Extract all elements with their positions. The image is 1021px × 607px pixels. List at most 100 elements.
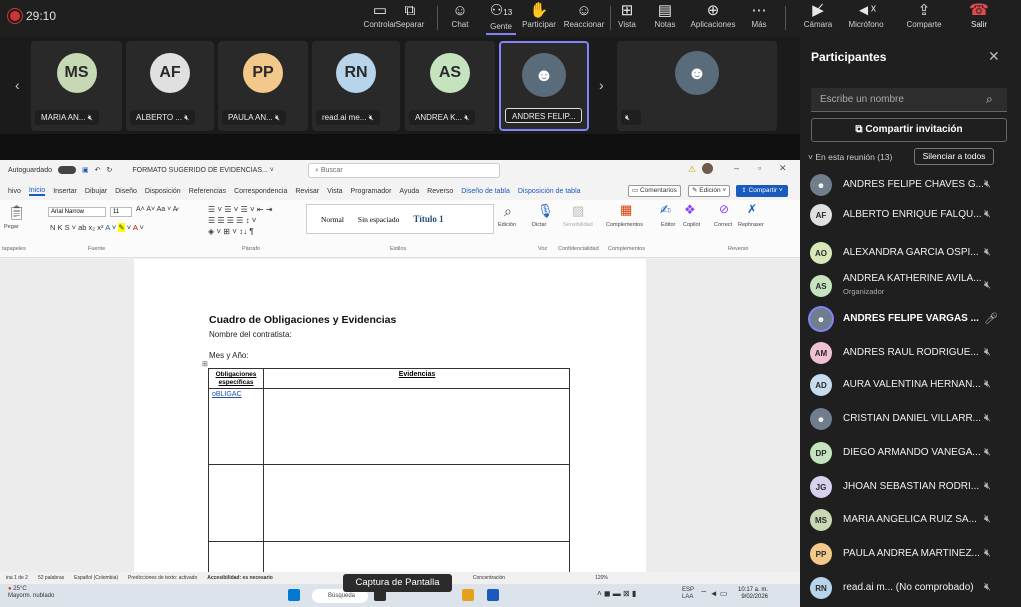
- dictate-icon[interactable]: 🎙︎: [537, 203, 554, 219]
- menu-disposicion-tabla[interactable]: Disposición de tabla: [518, 188, 581, 195]
- language-status[interactable]: Español (Colombia): [74, 575, 118, 581]
- menu-revisar[interactable]: Revisar: [295, 188, 319, 195]
- text-effects-icon[interactable]: A: [105, 223, 110, 232]
- table-move-handle-icon[interactable]: ⊞: [202, 360, 208, 368]
- paste-icon[interactable]: 📋︎: [8, 204, 26, 221]
- mic-on-icon[interactable]: 🎤︎: [984, 312, 998, 325]
- style-heading-1[interactable]: Título 1: [413, 214, 443, 224]
- participant-row[interactable]: AD AURA VALENTINA HERNAN... 🔇︎: [808, 368, 1018, 401]
- menu-ayuda[interactable]: Ayuda: [399, 188, 419, 195]
- save-icon[interactable]: ▣: [82, 166, 89, 174]
- mic-off-icon[interactable]: 🔇︎: [984, 446, 991, 459]
- system-tray-icons[interactable]: ˄ ◼ ▬ ⊠ ▮: [597, 589, 636, 598]
- mic-off-icon[interactable]: 🔇︎: [984, 547, 991, 560]
- paragraph-icons[interactable]: ☰ ˅ ☰ ˅ ☰ ˅ ⇤ ⇥ ☰ ☰ ☰ ☰ ↕ ˅ ◈ ˅ ⊞ ˅ ↕↓ ¶: [208, 204, 273, 237]
- participant-row[interactable]: AS ANDREA KATHERINE AVILA... Organizador 🔇︎: [808, 269, 1018, 302]
- zoom-level[interactable]: 120%: [595, 575, 608, 581]
- video-tile[interactable]: ☻ 🔇︎: [617, 41, 777, 131]
- menu-diseno[interactable]: Diseño: [115, 188, 137, 195]
- video-tile[interactable]: AF ALBERTO ... 🔇︎: [126, 41, 214, 131]
- addins-icon[interactable]: ▦: [620, 202, 632, 218]
- video-tile[interactable]: RN read.ai me... 🔇︎: [312, 41, 400, 131]
- search-icon[interactable]: ⌕: [986, 92, 993, 107]
- notes-button[interactable]: ▤ Notas: [652, 2, 678, 35]
- mic-off-icon[interactable]: 🔇︎: [984, 279, 991, 292]
- correct-icon[interactable]: ⊘: [719, 202, 729, 216]
- video-tile[interactable]: PP PAULA AN... 🔇︎: [218, 41, 308, 131]
- menu-diseno-tabla[interactable]: Diseño de tabla: [461, 188, 510, 195]
- evidence-table[interactable]: Obligaciones específicas Evidencias oBLI…: [208, 368, 570, 573]
- participant-row[interactable]: PP PAULA ANDREA MARTINEZ... 🔇︎: [808, 537, 1018, 570]
- video-tile[interactable]: AS ANDREA K... 🔇︎: [405, 41, 495, 131]
- document-heading[interactable]: Cuadro de Obligaciones y Evidencias: [209, 314, 396, 326]
- participant-search-input[interactable]: Escribe un nombre: [811, 88, 1007, 112]
- redo-icon[interactable]: ↻: [106, 166, 112, 174]
- font-name-select[interactable]: Arial Narrow: [48, 207, 106, 217]
- participant-row[interactable]: ☻ ANDRES FELIPE CHAVES G... 🔇︎: [808, 168, 1018, 201]
- leave-button[interactable]: ☎ Salir: [958, 2, 1000, 35]
- video-tile-active-speaker[interactable]: ☻ ANDRES FELIP...: [499, 41, 589, 131]
- mic-off-icon[interactable]: 🔇︎: [984, 346, 991, 359]
- participant-row[interactable]: MS MARIA ANGELICA RUIZ SA... 🔇︎: [808, 503, 1018, 536]
- page-count[interactable]: ina 1 de 2: [6, 575, 28, 581]
- network-volume-icons[interactable]: ⌔ ◄ ▭: [700, 589, 727, 599]
- more-button[interactable]: ⋯ Más: [747, 2, 771, 35]
- menu-programador[interactable]: Programador: [351, 188, 392, 195]
- mic-off-icon[interactable]: 🔇︎: [984, 246, 991, 259]
- font-color-icon[interactable]: A: [133, 223, 138, 232]
- highlight-icon[interactable]: ✎: [118, 223, 125, 232]
- sensitivity-icon[interactable]: ▨: [572, 203, 584, 219]
- participant-row[interactable]: AF ALBERTO ENRIQUE FALQU... 🔇︎: [808, 198, 1018, 231]
- participant-row[interactable]: DP DIEGO ARMANDO VANEGA... 🔇︎: [808, 436, 1018, 469]
- contractor-name-line[interactable]: Nombre del contratista:: [209, 330, 292, 339]
- close-icon[interactable]: ✕: [779, 163, 787, 174]
- menu-reverso[interactable]: Reverso: [427, 188, 453, 195]
- mic-off-icon[interactable]: 🔇︎: [984, 208, 991, 221]
- apps-button[interactable]: ⊕ Aplicaciones: [687, 2, 739, 35]
- strip-prev-icon[interactable]: ‹: [15, 77, 20, 93]
- start-icon[interactable]: [288, 589, 300, 601]
- chat-button[interactable]: ☺ Chat: [446, 2, 474, 35]
- menu-correspondencia[interactable]: Correspondencia: [234, 188, 287, 195]
- share-content-button[interactable]: ⇪ Comparte: [902, 2, 946, 35]
- raise-hand-button[interactable]: ✋ Participar: [521, 2, 557, 35]
- taskbar-clock[interactable]: 10:17 a. m. 9/02/2026: [738, 587, 768, 601]
- weather-widget[interactable]: ● 25°C Mayorm. nublado: [8, 586, 54, 600]
- mic-off-icon[interactable]: 🔇︎: [984, 178, 991, 191]
- in-meeting-section-header[interactable]: ˅ En esta reunión (13): [808, 152, 892, 162]
- mic-off-icon[interactable]: 🔇︎: [984, 581, 991, 594]
- rephraser-icon[interactable]: ✗: [747, 202, 757, 216]
- menu-referencias[interactable]: Referencias: [189, 188, 226, 195]
- font-grow-icon[interactable]: A˄ A˅ Aa ˅ A̷: [136, 206, 177, 213]
- mic-off-icon[interactable]: 🔇︎: [984, 480, 991, 493]
- close-icon[interactable]: ✕: [988, 48, 1000, 65]
- microphone-button[interactable]: ◄ˣ Micrófono: [844, 2, 888, 35]
- file-explorer-icon[interactable]: [462, 589, 474, 601]
- find-icon[interactable]: ⌕: [504, 203, 512, 220]
- menu-archivo[interactable]: hivo: [8, 188, 21, 195]
- menu-insertar[interactable]: Insertar: [53, 188, 77, 195]
- mute-all-button[interactable]: Silenciar a todos: [914, 148, 994, 165]
- autosave-toggle[interactable]: [57, 166, 76, 174]
- font-size-select[interactable]: 11: [110, 207, 132, 217]
- input-language[interactable]: ESP LAA: [682, 587, 696, 601]
- menu-disposicion[interactable]: Disposición: [145, 188, 181, 195]
- mic-off-icon[interactable]: 🔇︎: [984, 513, 991, 526]
- editing-mode-button[interactable]: ✎ Edición ˅: [688, 185, 731, 197]
- share-invite-button[interactable]: ⧉ Compartir invitación: [811, 118, 1007, 142]
- participant-row[interactable]: ☻ ANDRES FELIPE VARGAS ... 🎤︎: [808, 302, 1018, 335]
- accessibility-status[interactable]: Accesibilidad: es necesario: [207, 575, 273, 581]
- document-filename[interactable]: FORMATO SUGERIDO DE EVIDENCIAS... ˅: [132, 167, 274, 174]
- text-predictions-status[interactable]: Predicciones de texto: activado: [128, 575, 197, 581]
- view-button[interactable]: ⊞ Vista: [614, 2, 640, 35]
- minimize-icon[interactable]: –: [734, 163, 739, 173]
- mic-off-icon[interactable]: 🔇︎: [984, 412, 991, 425]
- menu-vista[interactable]: Vista: [327, 188, 342, 195]
- mic-off-icon[interactable]: 🔇︎: [984, 378, 991, 391]
- focus-mode[interactable]: Concentración: [473, 575, 505, 581]
- popout-button[interactable]: ⧉ Separar: [393, 2, 427, 35]
- participant-row[interactable]: AO ALEXANDRA GARCIA OSPI... 🔇︎: [808, 236, 1018, 269]
- comments-button[interactable]: ▭ Comentarios: [628, 185, 681, 197]
- copilot-icon[interactable]: ❖: [684, 202, 696, 218]
- camera-button[interactable]: ▶̸ Cámara: [804, 2, 832, 35]
